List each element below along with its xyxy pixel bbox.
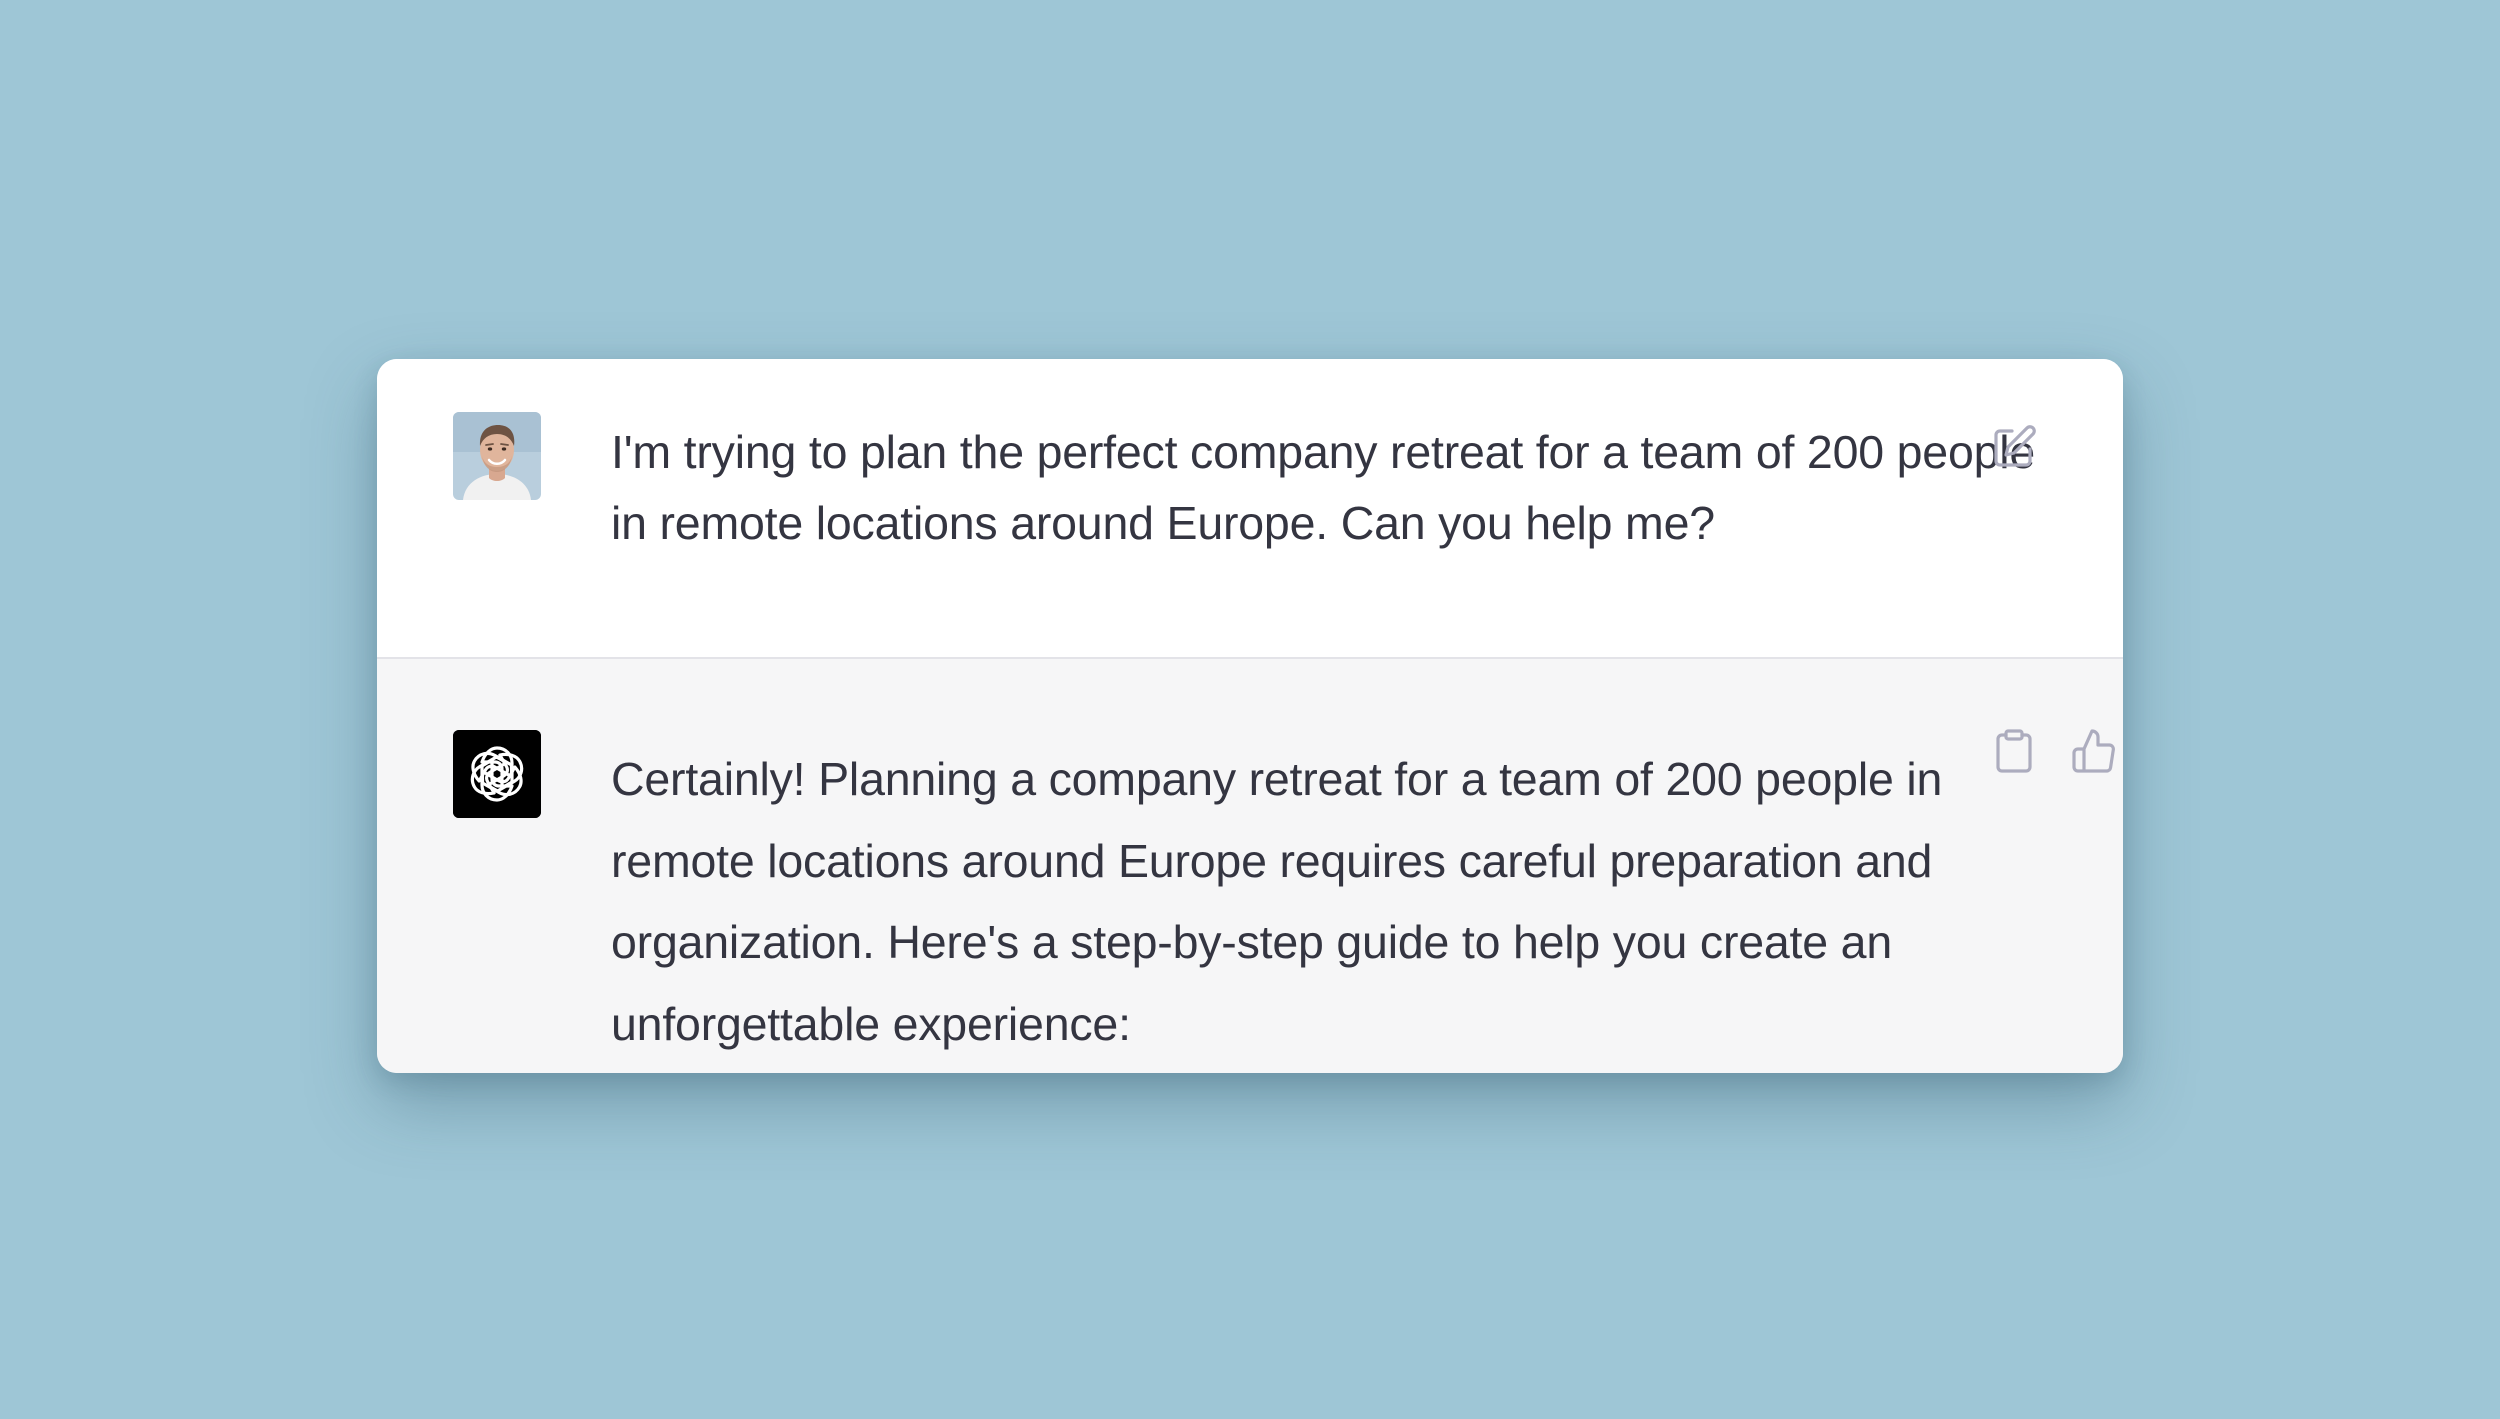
edit-message-button[interactable] xyxy=(1988,421,2040,473)
clipboard-icon xyxy=(1996,729,2032,773)
openai-logo-icon xyxy=(453,730,541,818)
chat-card: I'm trying to plan the perfect company r… xyxy=(377,359,2123,1073)
assistant-message-text: Certainly! Planning a company retreat fo… xyxy=(611,753,1943,1050)
pencil-square-icon xyxy=(1994,425,2036,467)
user-photo-icon xyxy=(453,412,541,500)
user-message-text: I'm trying to plan the perfect company r… xyxy=(611,426,2036,549)
assistant-message-row: Certainly! Planning a company retreat fo… xyxy=(377,659,2123,1073)
user-avatar xyxy=(453,412,541,500)
assistant-avatar xyxy=(453,730,541,818)
thumbs-up-button[interactable] xyxy=(2068,725,2120,777)
copy-button[interactable] xyxy=(1988,725,2040,777)
user-message-row: I'm trying to plan the perfect company r… xyxy=(377,359,2123,659)
thumbs-up-icon xyxy=(2072,729,2115,773)
